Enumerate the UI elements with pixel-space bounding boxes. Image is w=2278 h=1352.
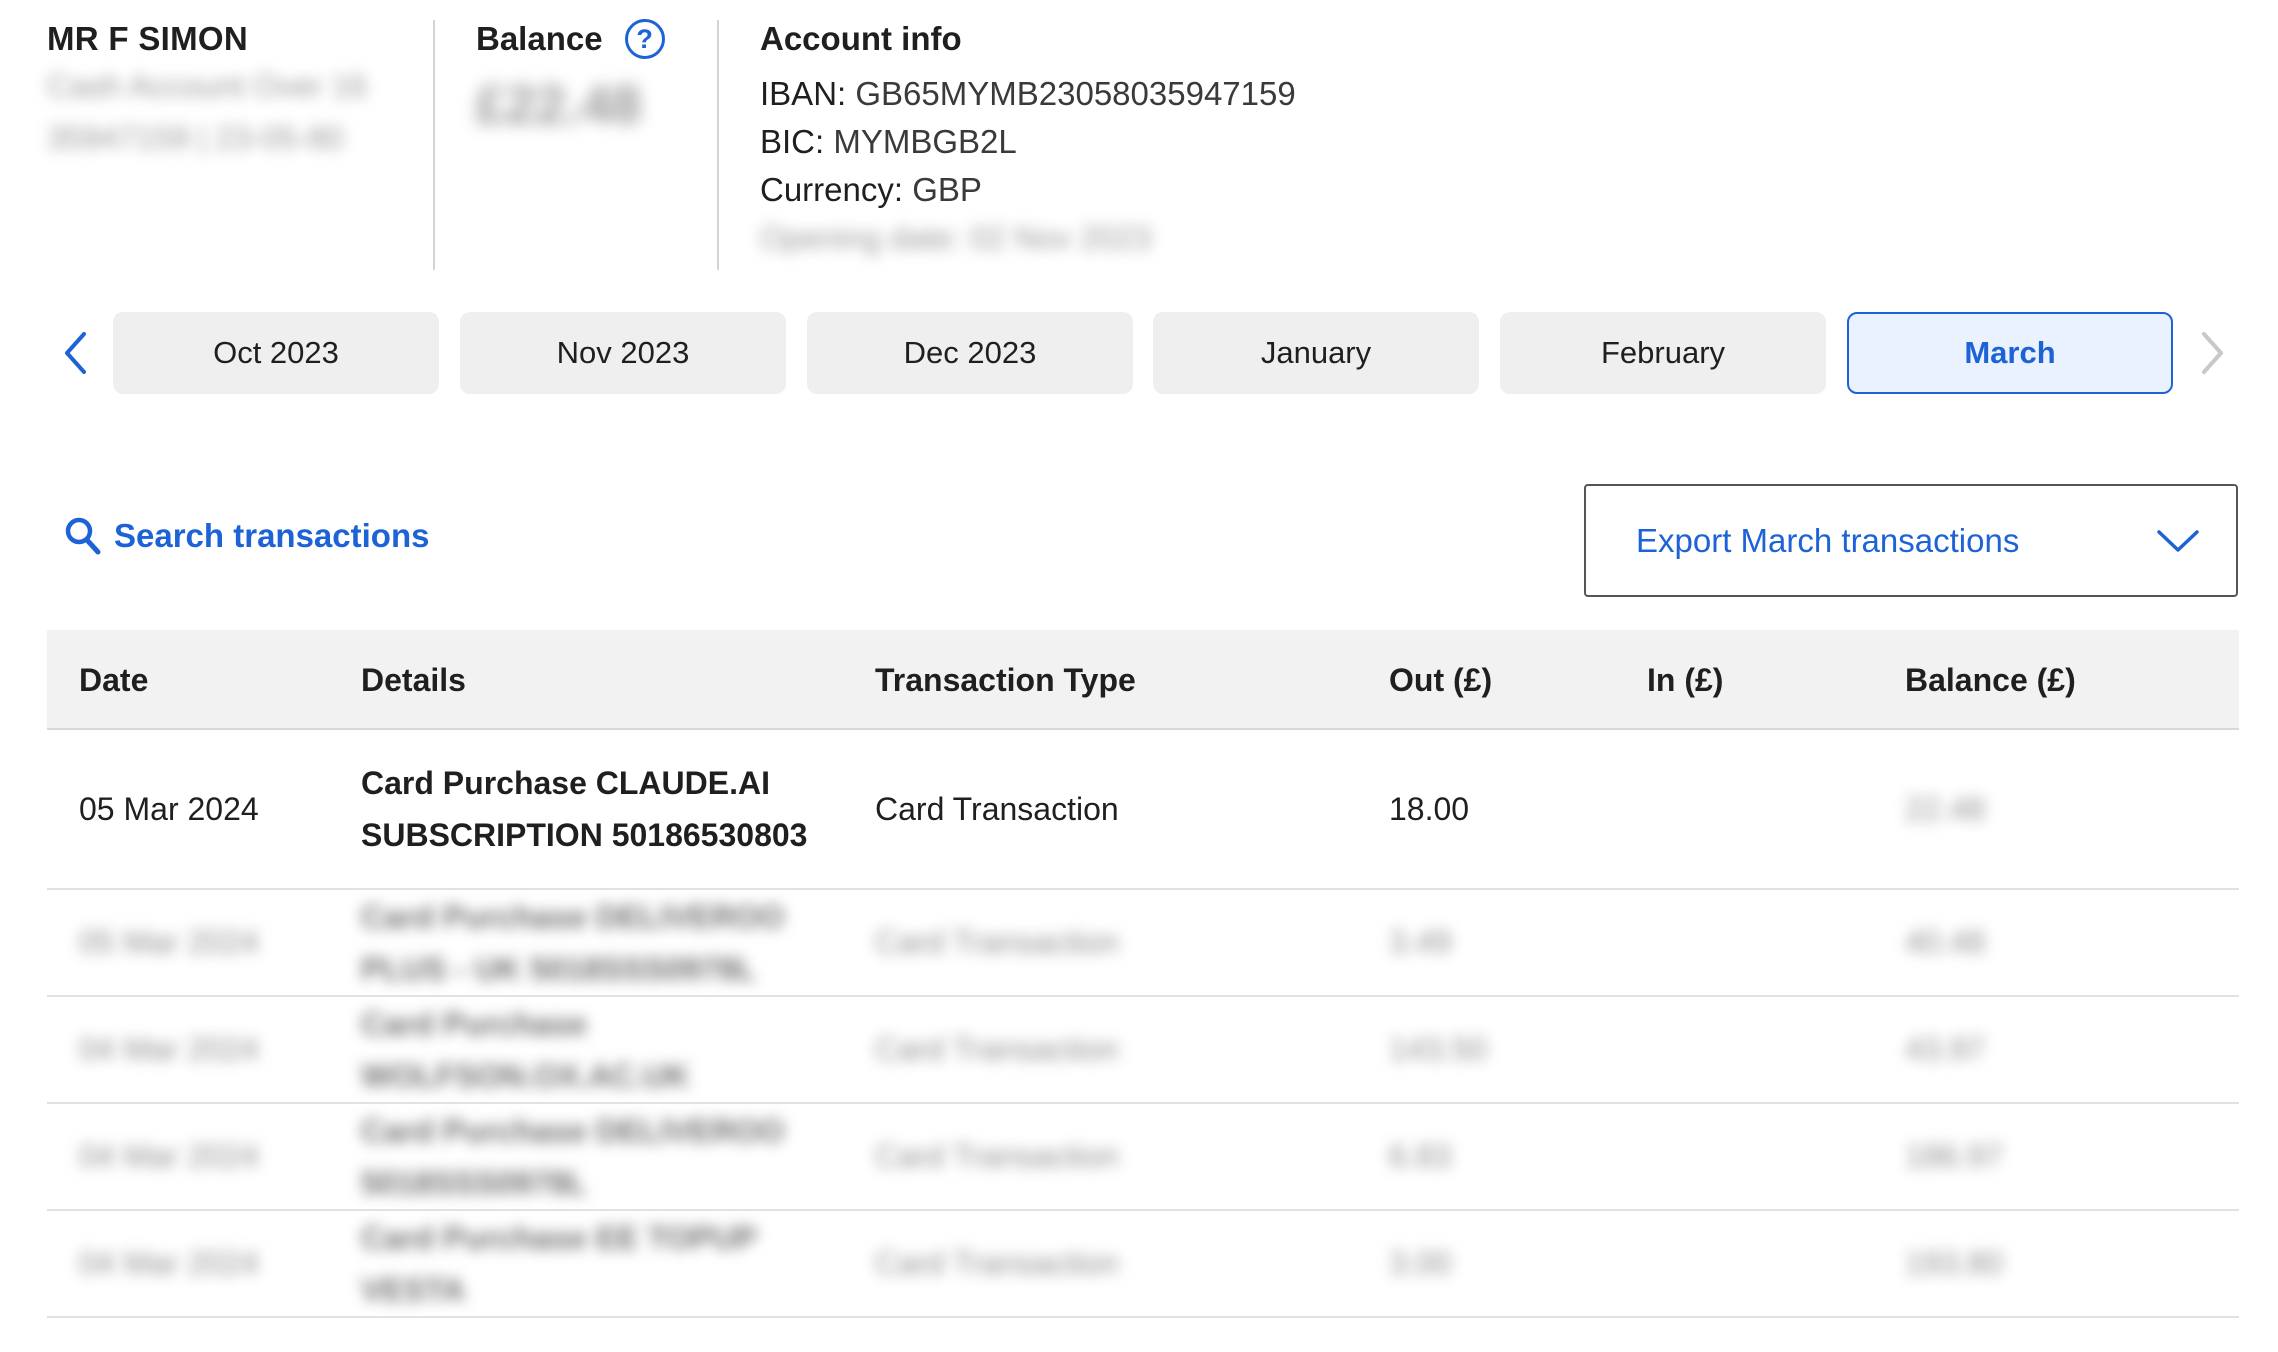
account-info-title: Account info <box>760 20 962 57</box>
row-details: Card Purchase CLAUDE.AI SUBSCRIPTION 501… <box>361 765 808 853</box>
export-transactions-dropdown[interactable]: Export March transactions <box>1584 484 2238 597</box>
row-type: Card Transaction <box>875 790 1119 827</box>
row-type: Card Transaction <box>875 924 1119 960</box>
tab-january[interactable]: January <box>1153 312 1479 394</box>
header-divider <box>717 20 719 270</box>
tab-february[interactable]: February <box>1500 312 1826 394</box>
balance-label: Balance <box>476 20 603 57</box>
row-balance: 22.48 <box>1905 790 1986 827</box>
account-number-blurred: 35947159 | 23-05-80 <box>47 120 344 156</box>
table-row[interactable]: 05 Mar 2024 Card Purchase DELIVEROO PLUS… <box>47 890 2239 997</box>
row-out: 18.00 <box>1389 790 1470 827</box>
row-out: 3.00 <box>1389 1245 1452 1281</box>
row-date: 04 Mar 2024 <box>79 1245 259 1281</box>
column-header-date: Date <box>79 661 149 698</box>
row-in <box>1647 1211 1877 1316</box>
column-header-out: Out (£) <box>1389 661 1493 698</box>
chevron-left-icon <box>65 332 86 374</box>
column-header-balance: Balance (£) <box>1905 661 2076 698</box>
table-header: Date Details Transaction Type Out (£) In… <box>47 630 2239 730</box>
tab-march[interactable]: March <box>1847 312 2173 394</box>
row-in <box>1647 1104 1877 1209</box>
row-balance: 186.97 <box>1905 1138 2003 1174</box>
balance-panel: Balance ? £22.48 <box>476 18 696 136</box>
table-row[interactable]: 05 Mar 2024 Card Purchase CLAUDE.AI SUBS… <box>47 730 2239 890</box>
currency-label: Currency: <box>760 171 904 208</box>
row-type: Card Transaction <box>875 1138 1119 1174</box>
account-summary: MR F SIMON Cash Account Over 16 35947159… <box>47 18 417 164</box>
row-date: 05 Mar 2024 <box>79 924 259 960</box>
row-type: Card Transaction <box>875 1245 1119 1281</box>
month-tabs: Oct 2023 Nov 2023 Dec 2023 January Febru… <box>0 312 2278 394</box>
balance-amount-blurred: £22.48 <box>476 75 642 135</box>
account-type-blurred: Cash Account Over 16 <box>47 68 368 104</box>
question-circle-icon[interactable]: ? <box>624 19 665 59</box>
table-row[interactable]: 04 Mar 2024 Card Purchase DELIVEROO 5018… <box>47 1104 2239 1211</box>
bic-row: BIC: MYMBGB2L <box>760 118 1660 166</box>
row-details: Card Purchase EE TOPUP VESTA <box>361 1219 757 1308</box>
row-out: 3.49 <box>1389 924 1452 960</box>
column-header-details: Details <box>361 661 466 698</box>
row-balance: 193.80 <box>1905 1245 2003 1281</box>
bic-value: MYMBGB2L <box>833 123 1017 160</box>
row-in <box>1647 997 1877 1102</box>
row-type: Card Transaction <box>875 1031 1119 1067</box>
chevron-down-icon <box>2156 528 2200 554</box>
iban-label: IBAN: <box>760 75 847 112</box>
tab-nov-2023[interactable]: Nov 2023 <box>460 312 786 394</box>
chevron-right-icon <box>2202 332 2223 374</box>
iban-row: IBAN: GB65MYMB23058035947159 <box>760 70 1660 118</box>
previous-months-button[interactable] <box>52 312 98 394</box>
account-holder-name: MR F SIMON <box>47 20 248 57</box>
row-in <box>1647 890 1877 995</box>
search-icon <box>64 516 102 556</box>
row-details: Card Purchase DELIVEROO PLUS - UK 5018SS… <box>361 898 785 987</box>
tab-dec-2023[interactable]: Dec 2023 <box>807 312 1133 394</box>
row-details: Card Purchase WOLFSON.OX.AC.UK <box>361 1005 690 1094</box>
iban-value: GB65MYMB23058035947159 <box>855 75 1296 112</box>
table-body: 05 Mar 2024 Card Purchase CLAUDE.AI SUBS… <box>47 730 2239 1318</box>
next-months-button[interactable] <box>2190 312 2236 394</box>
row-balance: 43.97 <box>1905 1031 1986 1067</box>
column-header-in: In (£) <box>1647 661 1724 698</box>
transactions-table: Date Details Transaction Type Out (£) In… <box>47 630 2239 1318</box>
row-in <box>1647 730 1877 888</box>
row-date: 04 Mar 2024 <box>79 1031 259 1067</box>
header-divider <box>433 20 435 270</box>
row-details: Card Purchase DELIVEROO 5018SSS0978L <box>361 1112 785 1201</box>
row-out: 143.50 <box>1389 1031 1487 1067</box>
opening-date-blurred: Opening date: 02 Nov 2023 <box>760 220 1152 256</box>
account-header: MR F SIMON Cash Account Over 16 35947159… <box>0 0 2278 270</box>
export-transactions-label: Export March transactions <box>1636 521 2020 559</box>
currency-value: GBP <box>912 171 982 208</box>
currency-row: Currency: GBP <box>760 166 1660 214</box>
account-info-panel: Account info IBAN: GB65MYMB2305803594715… <box>760 18 1660 262</box>
search-transactions-label: Search transactions <box>114 517 430 554</box>
row-date: 04 Mar 2024 <box>79 1138 259 1174</box>
table-row[interactable]: 04 Mar 2024 Card Purchase WOLFSON.OX.AC.… <box>47 997 2239 1104</box>
tab-oct-2023[interactable]: Oct 2023 <box>113 312 439 394</box>
row-out: 6.83 <box>1389 1138 1452 1174</box>
bic-label: BIC: <box>760 123 825 160</box>
column-header-type: Transaction Type <box>875 661 1136 698</box>
row-balance: 40.48 <box>1905 924 1986 960</box>
search-transactions-link[interactable]: Search transactions <box>64 516 429 556</box>
table-row[interactable]: 04 Mar 2024 Card Purchase EE TOPUP VESTA… <box>47 1211 2239 1318</box>
row-date: 05 Mar 2024 <box>79 790 259 827</box>
